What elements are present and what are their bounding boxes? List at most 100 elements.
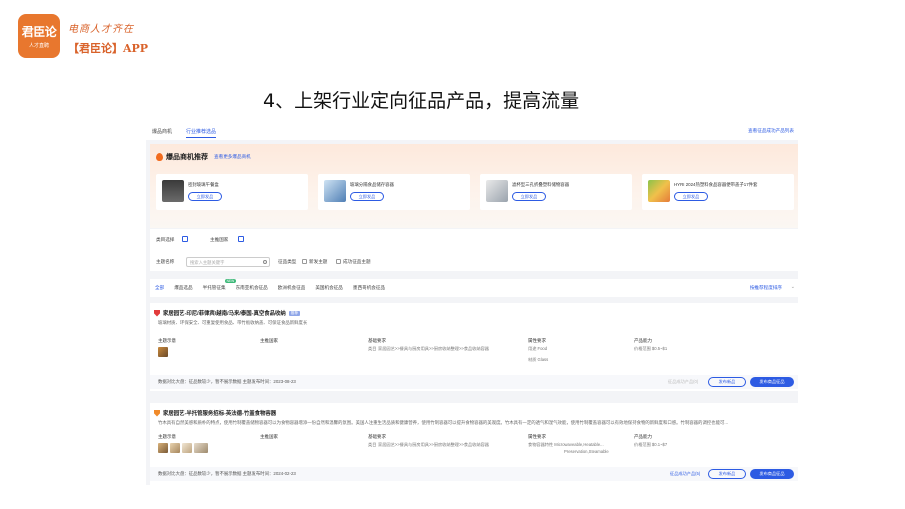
success-theme-label: 成功征品主题 xyxy=(343,259,371,264)
product-thumbnail xyxy=(162,180,184,202)
category-tab-label: 半托管征集 xyxy=(202,285,226,290)
category-prefix: 类目 xyxy=(368,346,377,351)
edit-icon[interactable] xyxy=(238,236,244,242)
footer-info: 数据对比大盘：征品数较少，暂不展示数据 主题发布时间：2024-02-23 xyxy=(158,471,296,476)
publish-button[interactable]: 立即发品 xyxy=(188,192,222,201)
publish-button[interactable]: 立即发品 xyxy=(350,192,384,201)
product-thumbnail xyxy=(486,180,508,202)
category-tab[interactable]: 欧洲机会征品 xyxy=(278,285,306,291)
recommend-card[interactable]: 密封玻璃午餐盒 立即发品 xyxy=(156,174,308,210)
category-path: 家居园艺>>餐具与厨房用具>>厨房收纳整理>>食品收纳容器 xyxy=(378,346,489,351)
item-footer: 数据对比大盘：征品数较少，暂不展示数据 主题发布时间：2024-02-23 征品… xyxy=(150,467,798,481)
category-tab[interactable]: 墨西哥机会征品 xyxy=(353,285,385,291)
card-title: 滤杯型三孔折叠塑料储物容器 xyxy=(512,182,570,187)
attribute-material: 材质 Glass xyxy=(528,357,549,362)
item-footer: 数据对比大盘：征品数较少，暂不展示数据 主题发布时间：2023-08-23 征品… xyxy=(150,375,798,389)
col-header: 产品能力 xyxy=(634,434,652,439)
success-products-link[interactable]: 查看征品成功产品列表 xyxy=(748,128,794,134)
hot-recommend-panel: 爆品商机推荐 查看更多爆品商机 密封玻璃午餐盒 立即发品 玻璃分隔食品储存容器 … xyxy=(150,144,798,228)
attribute-features: 食物容器特性 Microwaveable,Heatable... xyxy=(528,442,604,447)
brand-slogan: 电商人才齐在 xyxy=(68,24,134,35)
logo-subtext: 人才直聘 xyxy=(28,43,49,49)
category-tab[interactable]: 东南亚机会征品 xyxy=(236,285,268,291)
item-title-row: 家居园艺-印尼/菲律宾/越南/马来/泰国-真空食品收纳 推荐 xyxy=(154,309,300,317)
col-header: 主题示意 xyxy=(158,338,176,343)
category-tab[interactable]: 美国机会征品 xyxy=(315,285,343,291)
col-header: 基础要求 xyxy=(368,434,386,439)
fire-icon xyxy=(156,153,163,161)
embedded-screenshot: 爆品商机 行业推荐选品 查看征品成功产品列表 爆品商机推荐 查看更多爆品商机 密… xyxy=(146,123,798,485)
country-select-label: 主推国家 xyxy=(210,237,229,242)
category-path: 家居园艺>>餐具与厨房用具>>厨房收纳整理>>食品收纳容器 xyxy=(378,442,489,447)
new-theme-checkbox[interactable] xyxy=(302,259,307,264)
logo-text: 君臣论 xyxy=(21,25,57,39)
publish-solicit-button[interactable]: 发布商品征品 xyxy=(750,377,794,387)
publish-new-button[interactable]: 发布新品 xyxy=(708,377,746,387)
publish-button[interactable]: 立即发品 xyxy=(674,192,708,201)
top-tabs: 爆品商机 行业推荐选品 查看征品成功产品列表 xyxy=(146,123,798,140)
publish-solicit-button[interactable]: 发布商品征品 xyxy=(750,469,794,479)
search-placeholder: 搜索入主题关键字 xyxy=(190,260,225,265)
status-label: 征品类型 xyxy=(278,259,297,264)
search-input[interactable]: 搜索入主题关键字 xyxy=(186,257,270,267)
price-range: 价格范围 $0.5~$1 xyxy=(634,346,668,351)
tab-industry-recommend[interactable]: 行业推荐选品 xyxy=(186,126,217,138)
attribute-use: 用途 Food xyxy=(528,346,548,351)
item-name[interactable]: 家居园艺-印尼/菲律宾/越南/马来/泰国-真空食品收纳 xyxy=(163,309,286,317)
col-header: 主推国家 xyxy=(260,434,278,439)
footer-info: 数据对比大盘：征品数较少，暂不展示数据 主题发布时间：2023-08-23 xyxy=(158,379,296,384)
shield-icon xyxy=(154,309,160,317)
success-products-count[interactable]: 征品成功产品(0) xyxy=(668,379,698,385)
theme-item: 家居园艺-半托管服务招标-英法德-竹盖食物容器 竹木具有自然美感和质朴的特点，使… xyxy=(150,403,798,485)
category-prefix: 类目 xyxy=(368,442,377,447)
publish-button[interactable]: 立即发品 xyxy=(512,192,546,201)
item-tag: 推荐 xyxy=(288,310,300,316)
tab-hot-products[interactable]: 爆品商机 xyxy=(152,126,172,137)
recommend-card[interactable]: HYRI 2024热塑料食品容器便带盖子17件套 立即发品 xyxy=(642,174,794,210)
col-header: 属性要求 xyxy=(528,338,546,343)
chevron-down-icon[interactable]: ⌄ xyxy=(791,284,795,290)
publish-new-button[interactable]: 发布新品 xyxy=(708,469,746,479)
brand-logo: 君臣论 人才直聘 xyxy=(18,14,60,58)
card-title: HYRI 2024热塑料食品容器便带盖子17件套 xyxy=(674,182,758,187)
col-header: 主推国家 xyxy=(260,338,278,343)
product-thumbnail xyxy=(648,180,670,202)
category-tab[interactable]: 爆品选品 xyxy=(174,285,192,291)
more-hot-link[interactable]: 查看更多爆品商机 xyxy=(214,154,251,160)
success-products-count[interactable]: 征品成功产品(5) xyxy=(670,471,700,477)
theme-thumbnail xyxy=(158,443,168,453)
filter-panel: 类目选择 主推国家 主题名称 搜索入主题关键字 征品类型 新发主题 成功征品主题 xyxy=(150,229,798,271)
shield-icon xyxy=(154,409,160,417)
recommend-header: 爆品商机推荐 查看更多爆品商机 xyxy=(156,152,251,162)
theme-thumbnail xyxy=(182,443,192,453)
theme-item: 家居园艺-印尼/菲律宾/越南/马来/泰国-真空食品收纳 推荐 玻璃材质、环保安全… xyxy=(150,303,798,391)
theme-thumbnail xyxy=(170,443,180,453)
slide-title: 4、上架行业定向征品产品，提高流量 xyxy=(263,90,580,112)
price-range: 价格范围 $0.1~$7 xyxy=(634,442,668,447)
success-theme-checkbox[interactable] xyxy=(336,259,341,264)
item-name[interactable]: 家居园艺-半托管服务招标-英法德-竹盖食物容器 xyxy=(163,409,276,417)
category-select-label: 类目选择 xyxy=(156,237,175,242)
new-badge: NEW xyxy=(224,279,237,283)
recommend-card[interactable]: 滤杯型三孔折叠塑料储物容器 立即发品 xyxy=(480,174,632,210)
brand-app-name: 【君臣论】APP xyxy=(68,42,149,55)
recommend-card[interactable]: 玻璃分隔食品储存容器 立即发品 xyxy=(318,174,470,210)
category-tab[interactable]: 全部 xyxy=(155,285,164,291)
theme-thumbnail xyxy=(194,443,208,453)
col-header: 基础要求 xyxy=(368,338,386,343)
category-tabs: 全部 爆品选品 半托管征集 NEW 东南亚机会征品 欧洲机会征品 美国机会征品 墨… xyxy=(150,279,798,297)
attribute-features-cont: Preservation,Steamable xyxy=(564,449,609,454)
card-title: 玻璃分隔食品储存容器 xyxy=(350,182,394,187)
edit-icon[interactable] xyxy=(182,236,188,242)
category-tab[interactable]: 半托管征集 NEW xyxy=(202,279,237,291)
col-header: 产品能力 xyxy=(634,338,652,343)
search-icon[interactable] xyxy=(263,260,267,264)
recommend-title: 爆品商机推荐 xyxy=(166,154,208,161)
sort-link[interactable]: 按推荐程度排序 xyxy=(750,285,782,291)
item-description: 玻璃材质、环保安全、可重复使用食品、带竹板收纳盖、可保证食品新鲜度长 xyxy=(158,320,308,325)
col-header: 属性要求 xyxy=(528,434,546,439)
product-thumbnail xyxy=(324,180,346,202)
item-description: 竹木具有自然美感和质朴的特点，使用竹制覆盖储物容器可以为食物容器增添一份自然和温… xyxy=(158,420,729,425)
theme-thumbnail xyxy=(158,347,168,357)
new-theme-label: 新发主题 xyxy=(309,259,328,264)
